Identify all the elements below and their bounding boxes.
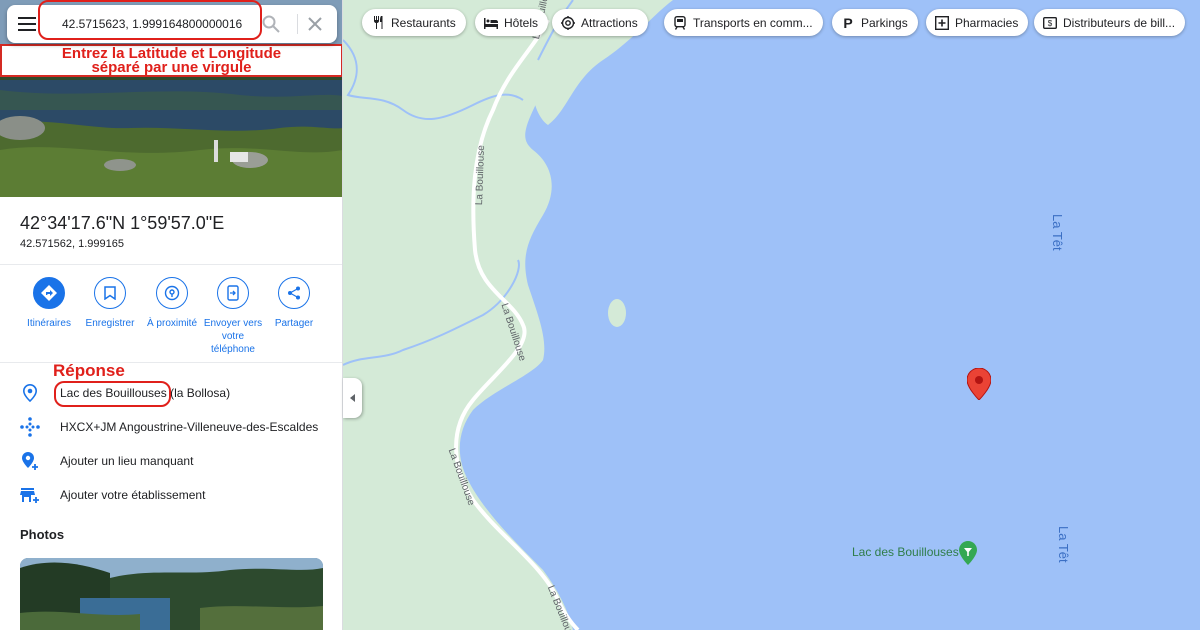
add-place-text: Ajouter un lieu manquant (60, 454, 194, 468)
map-drawing (343, 0, 673, 630)
share-icon (288, 286, 300, 300)
coordinate-dms: 42°34'17.6"N 1°59'57.0"E (20, 213, 225, 233)
chip-attractions[interactable]: Attractions (552, 9, 648, 36)
directions-button[interactable]: Itinéraires (18, 277, 80, 330)
share-label: Partager (274, 318, 314, 329)
search-button[interactable] (259, 12, 283, 36)
nearby-search-icon (164, 285, 180, 301)
chip-label: Parkings (861, 15, 908, 30)
train-icon (673, 15, 687, 30)
photos-section-title: Photos (20, 527, 65, 542)
hamburger-menu-icon (18, 17, 36, 31)
send-to-phone-button[interactable]: Envoyer vers votre téléphone (202, 277, 264, 356)
collapse-panel-button[interactable] (343, 378, 362, 418)
save-label: Enregistrer (85, 318, 135, 329)
directions-label: Itinéraires (27, 318, 71, 329)
bed-icon (484, 16, 498, 30)
island (608, 299, 626, 327)
chip-label: Hôtels (504, 15, 539, 30)
camera-icon (561, 15, 575, 30)
chip-label: Transports en comm... (693, 15, 813, 30)
chip-label: Attractions (581, 15, 638, 30)
search-separator (297, 14, 298, 34)
action-buttons: Itinéraires Enregistrer À proximité Envo… (0, 277, 342, 357)
share-button[interactable]: Partager (263, 277, 325, 330)
plus-code-text: HXCX+JM Angoustrine-Villeneuve-des-Escal… (60, 420, 319, 434)
info-row-add-business[interactable]: Ajouter votre établissement (0, 480, 342, 510)
info-row-place-name[interactable]: Lac des Bouillouses (la Bollosa) (0, 378, 342, 408)
lake-name: Lac des Bouillouses (60, 386, 167, 400)
info-row-add-place[interactable]: Ajouter un lieu manquant (0, 446, 342, 476)
search-box (7, 0, 337, 43)
river-label-1: La Têt (1050, 214, 1065, 251)
add-location-icon (19, 450, 41, 472)
atm-icon: $ (1043, 16, 1057, 30)
save-button[interactable]: Enregistrer (79, 277, 141, 330)
map-pin-icon (19, 382, 41, 404)
magnifier-icon (262, 15, 280, 33)
add-business-text: Ajouter votre établissement (60, 488, 206, 502)
lake-name-suffix: (la Bollosa) (166, 386, 231, 400)
add-business-icon (19, 484, 41, 506)
poi-marker-icon[interactable] (959, 541, 977, 565)
bookmark-icon (104, 286, 116, 300)
close-x-icon (308, 17, 322, 31)
chip-atm[interactable]: $ Distributeurs de bill... (1034, 9, 1186, 36)
lake-photo-thumbnail[interactable] (20, 558, 323, 630)
plus-code-icon (19, 416, 41, 438)
chip-label: Restaurants (391, 15, 456, 30)
search-input[interactable] (47, 8, 263, 40)
chip-label: Distributeurs de bill... (1063, 15, 1176, 30)
svg-text:$: $ (1048, 19, 1053, 28)
caret-left-icon (349, 394, 355, 402)
directions-icon (41, 285, 57, 301)
chip-label: Pharmacies (955, 15, 1019, 30)
chip-hotels[interactable]: Hôtels (475, 9, 549, 36)
chip-transports[interactable]: Transports en comm... (664, 9, 823, 36)
chip-pharmacies[interactable]: Pharmacies (926, 9, 1029, 36)
close-button[interactable] (303, 12, 327, 36)
poi-label-lake[interactable]: Lac des Bouillouses (852, 545, 959, 559)
info-row-plus-code[interactable]: HXCX+JM Angoustrine-Villeneuve-des-Escal… (0, 412, 342, 442)
location-pin-icon[interactable] (967, 368, 991, 400)
map-canvas[interactable]: La Bouillouse La Bouillouse La Bouillous… (343, 0, 1200, 630)
instruction-annotation: Entrez la Latitude et Longitude séparé p… (0, 44, 342, 77)
chip-restaurants[interactable]: Restaurants (362, 9, 466, 36)
river-label-2: La Têt (1056, 526, 1071, 563)
nearby-button[interactable]: À proximité (141, 277, 203, 330)
road-label-2: La Bouillouse (474, 144, 488, 206)
nearby-label: À proximité (146, 318, 197, 329)
menu-button[interactable] (7, 5, 47, 43)
parking-icon: P (843, 14, 853, 31)
fork-knife-icon (371, 16, 385, 30)
divider-1 (0, 264, 342, 265)
send-to-phone-icon (227, 285, 239, 301)
send-to-phone-label: Envoyer vers votre téléphone (203, 318, 263, 355)
side-panel: Entrez la Latitude et Longitude séparé p… (0, 0, 343, 630)
instruction-line-2: séparé par une virgule (91, 59, 252, 76)
coordinate-decimal: 42.571562, 1.999165 (20, 238, 124, 250)
divider-2 (0, 362, 342, 363)
pharmacy-icon (935, 15, 949, 30)
chip-parkings[interactable]: P Parkings (832, 9, 918, 36)
